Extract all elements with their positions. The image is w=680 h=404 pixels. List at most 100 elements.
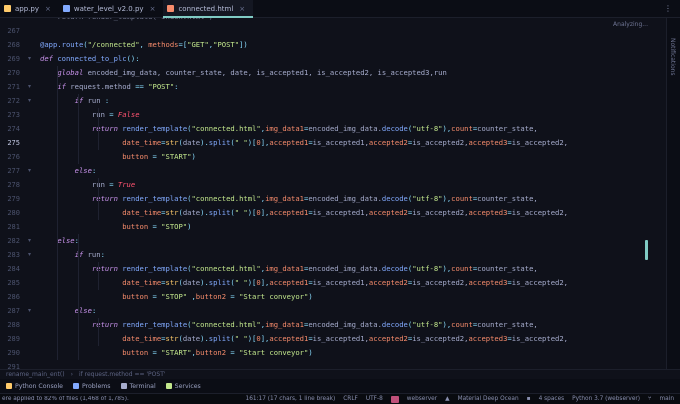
code-line[interactable]: date_time=str(date).split(" ")[0],accept…	[40, 136, 568, 150]
more-icon[interactable]: ⋮	[664, 4, 672, 13]
line-number: 278	[7, 181, 20, 189]
indent-guide	[78, 94, 79, 164]
tool-window-label: Services	[174, 382, 201, 390]
tab-actions: ⋮	[664, 0, 680, 17]
code-line[interactable]: date_time=str(date).split(" ")[0],accept…	[40, 276, 568, 290]
code-line[interactable]: @app.route("/connected", methods=["GET",…	[40, 38, 248, 52]
notifications-tab[interactable]: Notifications	[669, 38, 676, 76]
code-line[interactable]: button = "START",button2 = "Start convey…	[40, 346, 312, 360]
status-bar: ere applied to 82% of files (1,468 of 1,…	[0, 393, 680, 404]
tab-water-level-v2-0-py[interactable]: water_level_v2.0.py ×	[59, 0, 164, 17]
line-number: 271	[7, 83, 20, 91]
git-branch[interactable]: main	[660, 396, 674, 402]
line-number: 270	[7, 69, 20, 77]
tab-app-py[interactable]: app.py ×	[0, 0, 59, 17]
file-type-icon	[4, 5, 11, 12]
line-number: 275	[7, 139, 20, 147]
code-line[interactable]: else:	[40, 234, 79, 248]
code-line[interactable]: date_time=str(date).split(" ")[0],accept…	[40, 332, 568, 346]
tool-window-problems[interactable]: Problems	[72, 382, 111, 390]
line-number: 272	[7, 97, 20, 105]
fold-icon[interactable]: ▾	[28, 80, 31, 94]
code-line[interactable]: return render_template("connected.html",…	[40, 262, 538, 276]
code-line[interactable]: if run :	[40, 94, 110, 108]
line-number: 269	[7, 55, 20, 63]
code-line[interactable]: date_time=str(date).split(" ")[0],accept…	[40, 206, 568, 220]
breadcrumb-item-condition[interactable]: if request.method == 'POST'	[79, 371, 166, 378]
fold-icon[interactable]: ▾	[28, 304, 31, 318]
code-line[interactable]: def connected_to_plc():	[40, 52, 140, 66]
editor-scrollbar-thumb[interactable]	[645, 240, 648, 260]
indent-guide	[57, 66, 58, 360]
tool-window-icon	[120, 383, 127, 389]
tool-window-label: Python Console	[15, 382, 63, 390]
tool-window-terminal[interactable]: Terminal	[120, 383, 156, 390]
tool-window-python-console[interactable]: Python Console	[6, 383, 63, 390]
code-line[interactable]: button = "START")	[40, 150, 196, 164]
line-number: 279	[7, 195, 20, 203]
line-number: 291	[7, 363, 20, 369]
line-number: 283	[7, 251, 20, 259]
indent-guide	[98, 178, 99, 220]
fold-icon[interactable]: ▾	[28, 52, 31, 66]
line-number: 282	[7, 237, 20, 245]
file-type-icon	[62, 5, 70, 12]
breadcrumb-separator: ›	[70, 371, 73, 378]
code-line[interactable]: return render_template("connected.html",…	[40, 192, 538, 206]
tool-window-icon	[165, 383, 172, 389]
interpreter[interactable]: Python 3.7 (webserver)	[572, 396, 640, 402]
status-message: ere applied to 82% of files (1,468 of 1,…	[2, 396, 129, 402]
tool-window-icon	[72, 383, 79, 389]
file-encoding[interactable]: UTF-8	[366, 396, 383, 402]
line-number: 276	[7, 153, 20, 161]
code-line[interactable]: else:	[40, 164, 97, 178]
code-line[interactable]: if run:	[40, 248, 105, 262]
code-line[interactable]: button = "STOP" ,button2 = "Start convey…	[40, 290, 312, 304]
code-line[interactable]: global encoded_img_data, counter_state, …	[40, 66, 446, 80]
close-icon[interactable]: ×	[150, 5, 156, 13]
code-line[interactable]: if request.method == "POST":	[40, 80, 178, 94]
caret-position[interactable]: 161:17 (17 chars, 1 line break)	[246, 396, 336, 402]
line-number: 267	[7, 27, 20, 35]
tab-label: app.py	[15, 4, 39, 13]
file-type-icon	[167, 5, 175, 12]
line-number: 274	[7, 125, 20, 133]
fold-icon[interactable]: ▾	[28, 234, 31, 248]
code-line[interactable]: run = True	[40, 178, 135, 192]
tool-window-icon	[6, 383, 12, 389]
fold-icon[interactable]: ▾	[28, 164, 31, 178]
indent-guide	[78, 234, 79, 360]
indent-guide	[98, 262, 99, 290]
indent-icon: ▪	[526, 396, 531, 402]
line-separator[interactable]: CRLF	[343, 396, 358, 402]
theme-name[interactable]: Material Deep Ocean	[458, 396, 519, 402]
tab-connected-html[interactable]: connected.html ×	[163, 0, 254, 18]
tool-window-label: Problems	[81, 382, 111, 390]
code-line[interactable]: return render_template("connected.html",…	[40, 122, 538, 136]
breadcrumb-item-function[interactable]: rename_main_ent()	[6, 371, 65, 378]
line-number: 281	[7, 223, 20, 231]
indent-guide	[98, 318, 99, 346]
tool-window-bar: Python Console Problems Terminal Services	[0, 379, 680, 393]
line-number-gutter: 267 268 269 270 271 272 273 274 275 276 277 278 279 2…	[0, 18, 36, 369]
code-area[interactable]: return render_template('index.html') @app…	[40, 18, 660, 369]
fold-icon[interactable]: ▾	[28, 248, 31, 262]
project-name[interactable]: webserver	[407, 396, 437, 402]
code-editor[interactable]: Analyzing... 267 268 269 270 271 272 273 274 275…	[0, 18, 666, 369]
line-number: 277	[7, 167, 20, 175]
code-line[interactable]: else:	[40, 304, 97, 318]
close-icon[interactable]: ×	[45, 5, 51, 13]
line-number: 290	[7, 349, 20, 357]
line-number: 284	[7, 265, 20, 273]
code-line[interactable]: button = "STOP")	[40, 220, 191, 234]
line-number: 289	[7, 335, 20, 343]
fold-icon[interactable]: ▾	[28, 94, 31, 108]
code-line[interactable]: run = False	[40, 108, 140, 122]
editor-tab-bar: app.py × water_level_v2.0.py × connected.htm…	[0, 0, 680, 18]
code-line[interactable]: return render_template("connected.html",…	[40, 318, 538, 332]
indent-guide	[98, 108, 99, 150]
indent-setting[interactable]: 4 spaces	[539, 396, 565, 402]
line-number: 273	[7, 111, 20, 119]
close-icon[interactable]: ×	[239, 5, 245, 13]
tool-window-services[interactable]: Services	[165, 382, 201, 390]
